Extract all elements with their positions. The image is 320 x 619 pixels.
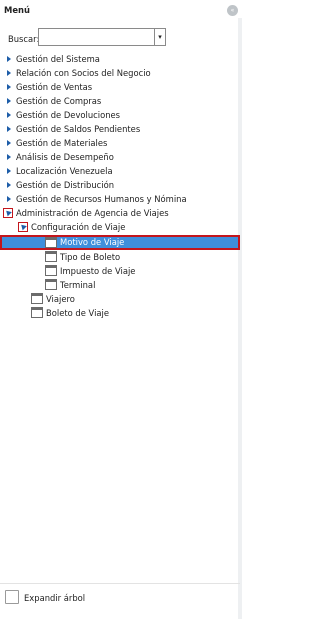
tree-item-boleto-viaje[interactable]: Boleto de Viaje (0, 306, 240, 320)
window-icon (45, 237, 57, 248)
tree-item-relacion-socios[interactable]: Relación con Socios del Negocio (0, 66, 240, 80)
expand-tree-checkbox[interactable] (5, 590, 19, 604)
tree-item-analisis-desempeno[interactable]: Análisis de Desempeño (0, 150, 240, 164)
expand-triangle-icon[interactable] (7, 98, 11, 104)
window-icon (45, 265, 57, 276)
expand-triangle-icon[interactable] (7, 126, 11, 132)
expand-triangle-icon[interactable] (7, 70, 11, 76)
chevron-down-icon[interactable]: ▾ (154, 29, 165, 45)
tree-item-gestion-devoluciones[interactable]: Gestión de Devoluciones (0, 108, 240, 122)
tree-item-localizacion-venezuela[interactable]: Localización Venezuela (0, 164, 240, 178)
expand-tree-label: Expandir árbol (24, 593, 86, 603)
tree-item-viajero[interactable]: Viajero (0, 292, 240, 306)
expand-triangle-icon[interactable] (7, 168, 11, 174)
menu-panel: Menú « Buscar: ▾ Gestión del Sistema Rel… (0, 0, 242, 619)
collapse-triangle-icon[interactable] (18, 222, 28, 232)
tree-item-gestion-sistema[interactable]: Gestión del Sistema (0, 52, 240, 66)
tree-item-gestion-ventas[interactable]: Gestión de Ventas (0, 80, 240, 94)
collapse-icon[interactable]: « (227, 5, 238, 16)
tree-item-gestion-compras[interactable]: Gestión de Compras (0, 94, 240, 108)
menu-title: Menú (4, 5, 30, 15)
tree-item-agencia-viajes[interactable]: Administración de Agencia de Viajes (0, 206, 240, 220)
tree-item-terminal[interactable]: Terminal (0, 278, 240, 292)
tree-item-recursos-humanos[interactable]: Gestión de Recursos Humanos y Nómina (0, 192, 240, 206)
tree-item-gestion-distribucion[interactable]: Gestión de Distribución (0, 178, 240, 192)
tree-item-tipo-boleto[interactable]: Tipo de Boleto (0, 250, 240, 264)
footer-divider (0, 583, 240, 584)
collapse-triangle-icon[interactable] (3, 208, 13, 218)
window-icon (45, 279, 57, 290)
expand-triangle-icon[interactable] (7, 182, 11, 188)
expand-triangle-icon[interactable] (7, 154, 11, 160)
tree-item-saldos-pendientes[interactable]: Gestión de Saldos Pendientes (0, 122, 240, 136)
expand-triangle-icon[interactable] (7, 56, 11, 62)
tree-item-motivo-viaje[interactable]: Motivo de Viaje (0, 235, 240, 250)
search-input[interactable]: ▾ (38, 28, 166, 46)
search-label: Buscar: (8, 34, 40, 44)
tree-item-impuesto-viaje[interactable]: Impuesto de Viaje (0, 264, 240, 278)
expand-triangle-icon[interactable] (7, 196, 11, 202)
expand-triangle-icon[interactable] (7, 112, 11, 118)
window-icon (45, 251, 57, 262)
window-icon (31, 307, 43, 318)
window-icon (31, 293, 43, 304)
expand-triangle-icon[interactable] (7, 84, 11, 90)
expand-triangle-icon[interactable] (7, 140, 11, 146)
menu-footer: Expandir árbol (0, 583, 240, 613)
menu-header: Menú « (0, 0, 242, 20)
tree-item-gestion-materiales[interactable]: Gestión de Materiales (0, 136, 240, 150)
tree-item-configuracion-viaje[interactable]: Configuración de Viaje (0, 220, 240, 234)
